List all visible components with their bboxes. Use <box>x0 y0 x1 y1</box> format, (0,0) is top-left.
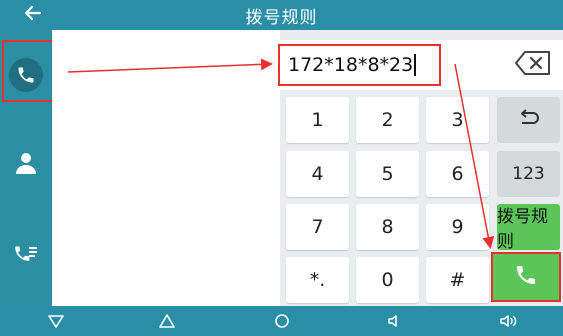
key-8[interactable]: 8 <box>356 204 419 250</box>
nav-bar <box>0 306 563 336</box>
text-caret <box>414 54 417 76</box>
key-7[interactable]: 7 <box>286 204 349 250</box>
dial-rule-button[interactable]: 拨号规则 <box>497 204 560 252</box>
back-triangle-icon[interactable] <box>45 311 67 331</box>
input-mode-button[interactable]: 123 <box>497 151 560 197</box>
phone-icon <box>9 58 43 92</box>
person-icon <box>15 151 37 179</box>
sidebar <box>0 30 52 306</box>
key-star-dot[interactable]: *. <box>286 257 349 303</box>
undo-icon <box>517 108 541 132</box>
key-4[interactable]: 4 <box>286 151 349 197</box>
phone-icon <box>514 263 538 291</box>
backspace-icon <box>514 50 552 80</box>
content-area <box>52 30 280 306</box>
sidebar-item-contacts[interactable] <box>0 135 52 195</box>
key-9[interactable]: 9 <box>426 204 489 250</box>
key-hash[interactable]: # <box>426 257 489 303</box>
number-input[interactable]: 172*18*8*23 <box>280 40 503 90</box>
call-button[interactable] <box>491 252 561 302</box>
number-input-value: 172*18*8*23 <box>288 54 414 76</box>
page-title: 拨号规则 <box>245 7 318 28</box>
key-2[interactable]: 2 <box>356 97 419 143</box>
volume-up-icon[interactable] <box>498 311 520 331</box>
call-history-icon <box>13 244 39 272</box>
volume-down-icon[interactable] <box>383 311 405 331</box>
key-3[interactable]: 3 <box>426 97 489 143</box>
arrow-left-icon[interactable] <box>24 4 42 26</box>
key-0[interactable]: 0 <box>356 257 419 303</box>
home-icon[interactable] <box>156 311 178 331</box>
undo-button[interactable] <box>497 97 560 143</box>
sidebar-item-call-log[interactable] <box>0 228 52 288</box>
top-bar: 拨号规则 <box>0 0 563 30</box>
sidebar-item-dialer[interactable] <box>0 45 52 105</box>
recent-circle-icon[interactable] <box>271 311 293 331</box>
key-6[interactable]: 6 <box>426 151 489 197</box>
key-5[interactable]: 5 <box>356 151 419 197</box>
key-1[interactable]: 1 <box>286 97 349 143</box>
backspace-button[interactable] <box>503 40 563 90</box>
